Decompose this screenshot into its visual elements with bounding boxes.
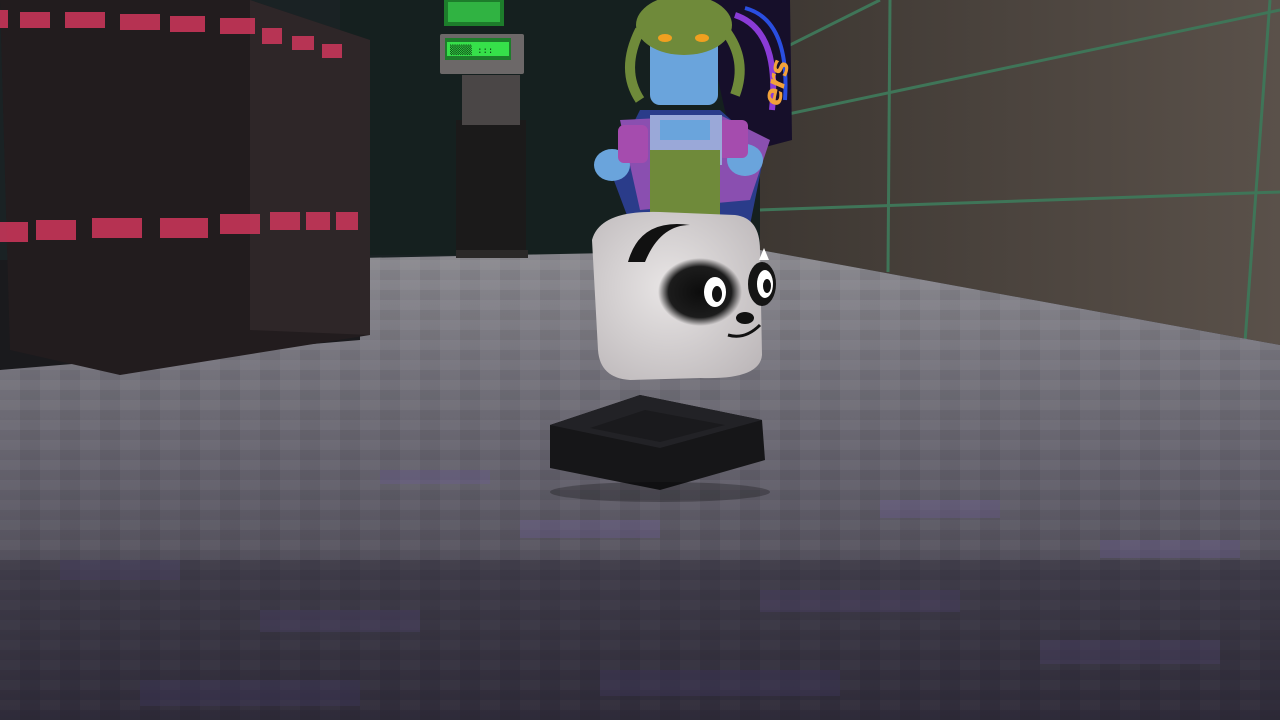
monitor-readout: ▒▒▒▒ ::: xyxy=(450,44,493,56)
left-pillar xyxy=(0,0,370,375)
panda-block-icon[interactable] xyxy=(592,211,776,380)
floor-shadow xyxy=(0,560,1280,720)
game-viewport[interactable]: ▒▒▒▒ ::: ers xyxy=(0,0,1280,720)
game-world: ▒▒▒▒ ::: ers xyxy=(0,0,1280,720)
